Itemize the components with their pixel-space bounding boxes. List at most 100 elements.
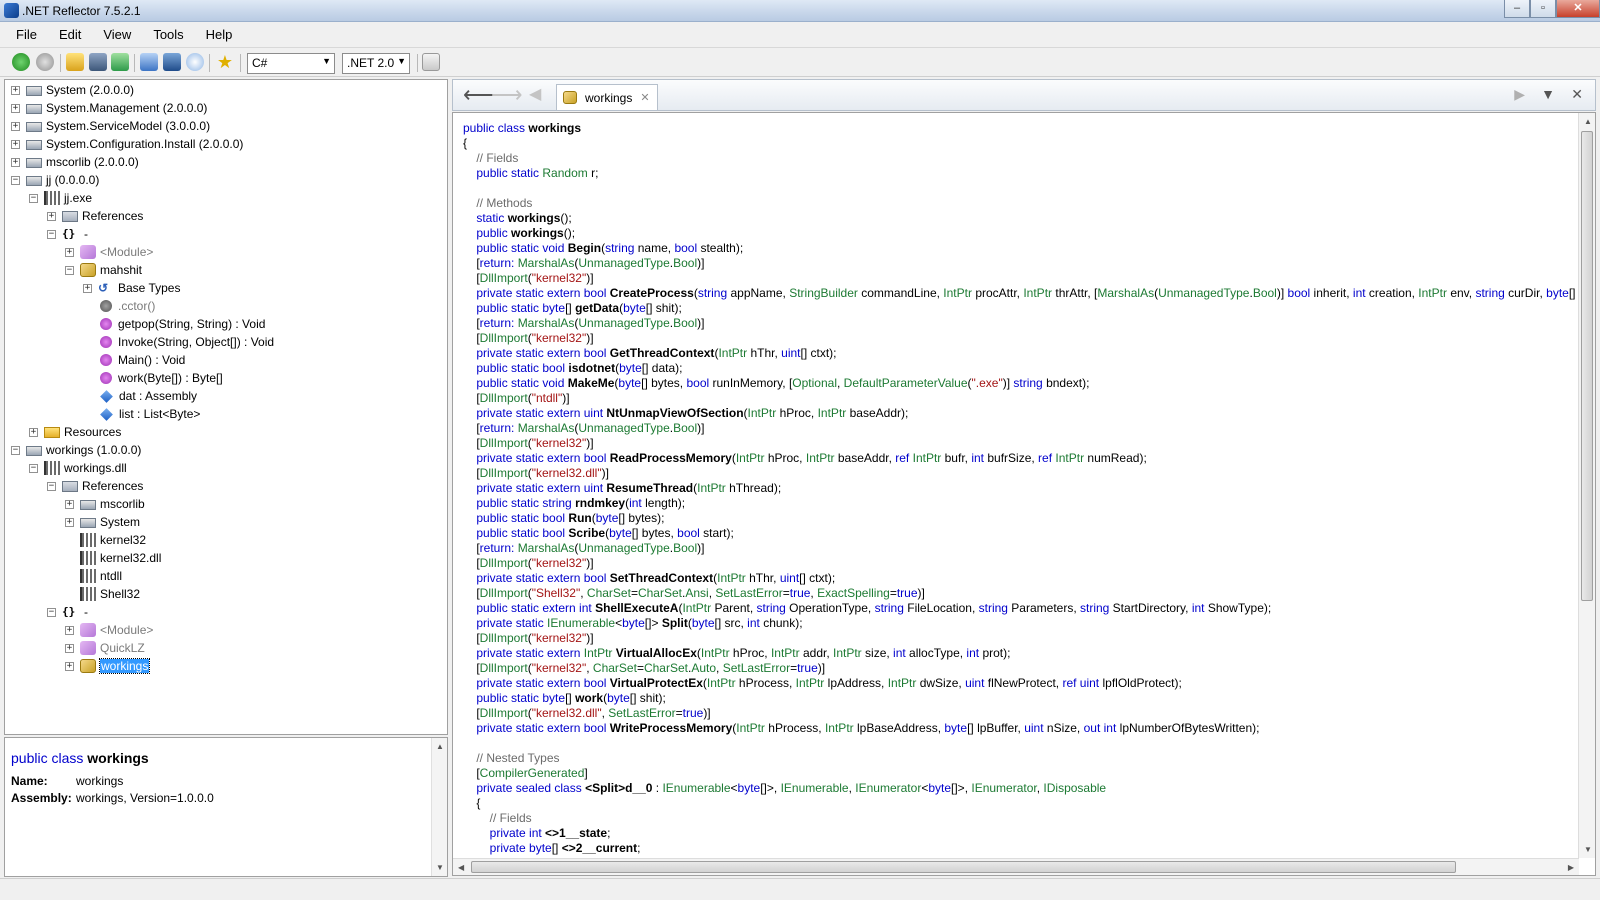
scroll-up-icon[interactable]: ▲ [1584, 117, 1592, 126]
expand-icon[interactable]: + [29, 427, 38, 437]
tree-node[interactable]: getpop(String, String) : Void [98, 315, 265, 333]
expand-icon[interactable]: + [11, 103, 20, 113]
tree-node[interactable]: kernel32 [80, 531, 146, 549]
assembly-browser-tree[interactable]: + System (2.0.0.0) + System.Management (… [4, 79, 448, 735]
tree-node[interactable]: − jj (0.0.0.0) [11, 171, 99, 189]
tree-node[interactable]: + ↺ Base Types [83, 279, 180, 297]
menu-edit[interactable]: Edit [55, 25, 85, 44]
tree-node[interactable]: − workings.dll [29, 459, 127, 477]
scroll-down-icon[interactable]: ▼ [1584, 845, 1592, 854]
expand-icon[interactable]: + [11, 121, 20, 131]
expand-icon[interactable]: + [11, 139, 20, 149]
collapse-icon[interactable]: − [29, 463, 38, 473]
tree-node-label: getpop(String, String) : Void [118, 317, 266, 331]
expand-icon[interactable]: + [65, 625, 74, 635]
framework-select[interactable]: .NET 2.0 ▼ [342, 53, 410, 74]
menu-tools[interactable]: Tools [149, 25, 187, 44]
disassemble-icon[interactable] [140, 53, 158, 71]
scroll-left-icon[interactable]: ◀ [458, 863, 464, 872]
tab-workings[interactable]: workings ✕ [556, 84, 658, 110]
back-arrow-icon[interactable]: ⟵ [463, 84, 495, 106]
tree-node[interactable]: kernel32.dll [80, 549, 161, 567]
tree-node[interactable]: Main() : Void [98, 351, 185, 369]
expand-icon[interactable]: + [83, 283, 92, 293]
tree-node[interactable]: Invoke(String, Object[]) : Void [98, 333, 274, 351]
open-icon[interactable] [66, 53, 84, 71]
tree-node-selected[interactable]: + workings [65, 657, 151, 675]
tree-node[interactable]: − {} - [47, 225, 88, 243]
scroll-down-icon[interactable]: ▼ [436, 863, 444, 872]
close-button[interactable]: ✕ [1556, 0, 1600, 18]
tree-node[interactable]: − {} - [47, 603, 88, 621]
tree-node[interactable]: + System (2.0.0.0) [11, 81, 134, 99]
code-token: true [789, 586, 811, 600]
expand-icon[interactable]: + [11, 157, 20, 167]
tree-node[interactable]: + System.ServiceModel (3.0.0.0) [11, 117, 210, 135]
tree-node[interactable]: + mscorlib [65, 495, 145, 513]
tree-node[interactable]: Shell32 [80, 585, 140, 603]
code-line: public static extern int ShellExecuteA(I… [463, 601, 1588, 616]
menu-help[interactable]: Help [202, 25, 237, 44]
tree-node[interactable]: + System.Management (2.0.0.0) [11, 99, 207, 117]
expand-icon[interactable]: + [65, 661, 74, 671]
back-icon[interactable] [12, 53, 30, 71]
expand-icon[interactable]: + [47, 211, 56, 221]
collapse-icon[interactable]: − [47, 229, 56, 239]
tree-node[interactable]: list : List<Byte> [98, 405, 200, 423]
tab-list-icon[interactable]: ▼ [1541, 86, 1555, 102]
scroll-up-icon[interactable]: ▲ [436, 742, 444, 751]
info-scrollbar[interactable]: ▲ ▼ [431, 738, 447, 876]
expand-icon[interactable]: + [65, 517, 74, 527]
collapse-icon[interactable]: − [47, 481, 56, 491]
tree-node[interactable]: ntdll [80, 567, 122, 585]
tab-scroll-left-icon[interactable]: ◀ [529, 84, 541, 106]
save-icon[interactable] [89, 53, 107, 71]
tree-node[interactable]: + References [47, 207, 143, 225]
tree-node[interactable]: + System.Configuration.Install (2.0.0.0) [11, 135, 243, 153]
tree-node[interactable]: − workings (1.0.0.0) [11, 441, 141, 459]
expand-icon[interactable]: + [65, 643, 74, 653]
collapse-icon[interactable]: − [29, 193, 38, 203]
tree-node[interactable]: work(Byte[]) : Byte[] [98, 369, 223, 387]
tree-node[interactable]: dat : Assembly [98, 387, 197, 405]
tree-node[interactable]: + mscorlib (2.0.0.0) [11, 153, 139, 171]
search-icon[interactable] [186, 53, 204, 71]
analyze-icon[interactable] [163, 53, 181, 71]
menu-view[interactable]: View [99, 25, 135, 44]
vertical-scroll-thumb[interactable] [1581, 131, 1593, 601]
minimize-button[interactable]: – [1504, 0, 1530, 18]
refresh-icon[interactable] [111, 53, 129, 71]
scroll-right-icon[interactable]: ▶ [1568, 863, 1574, 872]
collapse-icon[interactable]: − [11, 445, 20, 455]
tree-node[interactable]: + <Module> [65, 243, 153, 261]
horizontal-scrollbar[interactable]: ◀ ▶ [453, 858, 1579, 875]
code-token: )] [562, 391, 570, 405]
language-select[interactable]: C# ▼ [247, 53, 335, 74]
tree-node[interactable]: .cctor() [98, 297, 155, 315]
tree-node[interactable]: + Resources [29, 423, 121, 441]
close-icon[interactable]: ✕ [640, 91, 649, 104]
expand-icon[interactable]: + [65, 247, 74, 257]
tree-node[interactable]: + System [65, 513, 140, 531]
addin-icon[interactable] [422, 53, 440, 71]
tree-node[interactable]: + <Module> [65, 621, 153, 639]
disassembler-code-view[interactable]: public class workings{ // Fields public … [452, 112, 1596, 876]
tree-node[interactable]: − References [47, 477, 143, 495]
bookmark-star-icon[interactable]: ★ [216, 53, 234, 71]
forward-icon[interactable] [36, 53, 54, 71]
menu-file[interactable]: File [12, 25, 41, 44]
tree-node[interactable]: − jj.exe [29, 189, 92, 207]
tree-node[interactable]: + QuickLZ [65, 639, 145, 657]
collapse-icon[interactable]: − [47, 607, 56, 617]
collapse-icon[interactable]: − [65, 265, 74, 275]
close-panel-icon[interactable]: ✕ [1571, 86, 1583, 103]
collapse-icon[interactable]: − [11, 175, 20, 185]
horizontal-scroll-thumb[interactable] [471, 861, 1456, 873]
tree-node[interactable]: − mahshit [65, 261, 142, 279]
expand-icon[interactable]: + [11, 85, 20, 95]
vertical-scrollbar[interactable]: ▲ ▼ [1578, 113, 1595, 858]
forward-arrow-icon[interactable]: ⟶ [491, 84, 523, 106]
maximize-button[interactable]: ▫ [1530, 0, 1556, 18]
tab-scroll-right-icon[interactable]: ▶ [1514, 86, 1525, 103]
expand-icon[interactable]: + [65, 499, 74, 509]
